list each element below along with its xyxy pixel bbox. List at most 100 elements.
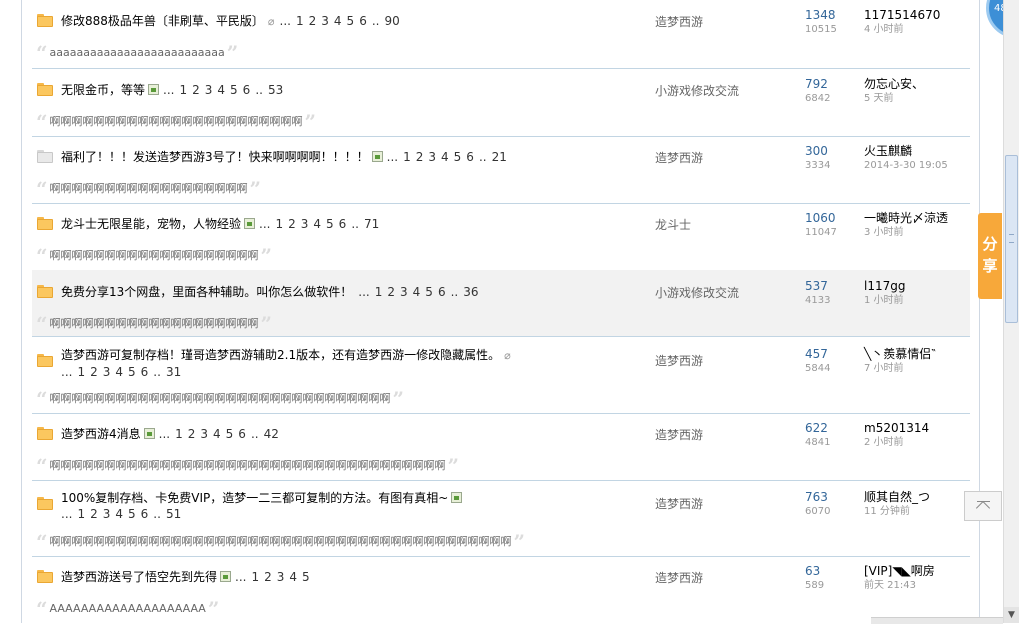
forum-link[interactable]: 造梦西游 — [655, 149, 703, 166]
forum-link[interactable]: 龙斗士 — [655, 216, 691, 233]
reply-count[interactable]: 63 — [805, 565, 820, 578]
thread-title-link[interactable]: 免费分享13个网盘，里面各种辅助。叫你怎么做软件！ — [61, 285, 352, 299]
folder-icon[interactable] — [37, 497, 53, 510]
scrollbar-thumb[interactable] — [1005, 155, 1018, 323]
page-link[interactable]: 4 — [441, 150, 449, 164]
page-link[interactable]: 6 — [141, 507, 149, 521]
page-link[interactable]: 2 — [387, 285, 395, 299]
page-link[interactable]: 1 — [375, 285, 383, 299]
page-link[interactable]: 2 — [416, 150, 424, 164]
last-poster-link[interactable]: 一曦時光〆涼透 — [864, 212, 948, 225]
thread-row[interactable]: 造梦西游可复制存档！瑾哥造梦西游辅助2.1版本，还有造梦西游一修改隐藏属性。 ⌀.… — [32, 337, 970, 414]
page-link[interactable]: 2 — [90, 507, 98, 521]
forum-link[interactable]: 造梦西游 — [655, 495, 703, 512]
page-link[interactable]: 21 — [492, 150, 507, 164]
reply-count[interactable]: 763 — [805, 491, 828, 504]
page-link[interactable]: 31 — [166, 365, 181, 379]
thread-row[interactable]: 造梦西游4消息... 1 2 3 4 5 6.. 42 造梦西游 622 4841 m5201314 2… — [32, 413, 970, 481]
page-link[interactable]: 5 — [230, 83, 238, 97]
thread-row[interactable]: 福利了！！！发送造梦西游3号了！快来啊啊啊啊！！！！... 1 2 3 4 5 6.. 21 造… — [32, 136, 970, 204]
thread-title-link[interactable]: 造梦西游可复制存档！瑾哥造梦西游辅助2.1版本，还有造梦西游一修改隐藏属性。 — [61, 348, 500, 362]
thread-row[interactable]: 免费分享13个网盘，里面各种辅助。叫你怎么做软件！... 1 2 3 4 5 6.. 36 小游… — [32, 270, 970, 337]
reply-count[interactable]: 300 — [805, 145, 828, 158]
last-poster-link[interactable]: 勿忘心安、 — [864, 78, 924, 91]
last-poster-link[interactable]: [VIP]◥◣啊房 — [864, 565, 935, 578]
page-link[interactable]: 3 — [321, 14, 329, 28]
page-link[interactable]: 90 — [384, 14, 399, 28]
page-link[interactable]: 4 — [115, 365, 123, 379]
page-link[interactable]: 1 — [175, 427, 183, 441]
page-link[interactable]: 2 — [90, 365, 98, 379]
reply-count[interactable]: 537 — [805, 280, 828, 293]
last-poster-link[interactable]: 顺其自然_つ — [864, 491, 930, 504]
page-link[interactable]: 1 — [77, 365, 85, 379]
page-link[interactable]: 1 — [251, 570, 259, 584]
last-poster-link[interactable]: ╲丶羨慕情侣‶ — [864, 348, 936, 361]
page-link[interactable]: 5 — [128, 507, 136, 521]
thread-title-link[interactable]: 100%复制存档、卡免费VIP，造梦一二三都可复制的方法。有图有真相~ — [61, 491, 448, 505]
last-poster-link[interactable]: 火玉麒麟 — [864, 145, 912, 158]
page-link[interactable]: 2 — [192, 83, 200, 97]
page-link[interactable]: 4 — [115, 507, 123, 521]
folder-icon[interactable] — [37, 285, 53, 298]
reply-count[interactable]: 622 — [805, 422, 828, 435]
forum-link[interactable]: 造梦西游 — [655, 426, 703, 443]
folder-icon[interactable] — [37, 217, 53, 230]
forum-link[interactable]: 小游戏修改交流 — [655, 82, 739, 99]
reply-count[interactable]: 1348 — [805, 9, 836, 22]
thread-title-link[interactable]: 无限金币，等等 — [61, 83, 145, 97]
page-link[interactable]: 5 — [347, 14, 355, 28]
page-link[interactable]: 4 — [313, 217, 321, 231]
page-link[interactable]: 6 — [466, 150, 474, 164]
page-link[interactable]: 5 — [454, 150, 462, 164]
page-link[interactable]: 71 — [364, 217, 379, 231]
page-link[interactable]: 6 — [359, 14, 367, 28]
page-link[interactable]: 6 — [438, 285, 446, 299]
page-link[interactable]: 5 — [226, 427, 234, 441]
thread-title-link[interactable]: 造梦西游4消息 — [61, 427, 141, 441]
page-link[interactable]: 4 — [289, 570, 297, 584]
folder-icon[interactable] — [37, 570, 53, 583]
last-poster-link[interactable]: 1171514670 — [864, 9, 940, 22]
vertical-scrollbar[interactable]: ▼ — [1003, 0, 1019, 623]
page-link[interactable]: 6 — [141, 365, 149, 379]
folder-icon[interactable] — [37, 14, 53, 27]
page-link[interactable]: 5 — [302, 570, 310, 584]
page-link[interactable]: 3 — [301, 217, 309, 231]
page-link[interactable]: 3 — [400, 285, 408, 299]
thread-row[interactable]: 修改888极品年兽〔非刷草、平民版〕 ⌀... 1 2 3 4 5 6.. 90 造梦西游 1348… — [32, 0, 970, 69]
page-link[interactable]: 5 — [425, 285, 433, 299]
page-link[interactable]: 4 — [217, 83, 225, 97]
forum-link[interactable]: 造梦西游 — [655, 569, 703, 586]
page-link[interactable]: 2 — [309, 14, 317, 28]
reply-count[interactable]: 792 — [805, 78, 828, 91]
back-to-top-button[interactable] — [964, 491, 1002, 521]
thread-row[interactable]: 无限金币，等等... 1 2 3 4 5 6.. 53 小游戏修改交流 792 6842 勿忘心安、 5… — [32, 69, 970, 137]
page-link[interactable]: 6 — [243, 83, 251, 97]
page-link[interactable]: 3 — [200, 427, 208, 441]
thread-title-link[interactable]: 修改888极品年兽〔非刷草、平民版〕 — [61, 14, 264, 28]
last-poster-link[interactable]: m5201314 — [864, 422, 929, 435]
page-link[interactable]: 1 — [179, 83, 187, 97]
page-link[interactable]: 2 — [288, 217, 296, 231]
folder-icon[interactable] — [37, 427, 53, 440]
thread-row[interactable]: 造梦西游送号了悟空先到先得... 1 2 3 4 5 造梦西游 63 589 [VIP]◥◣啊房前… — [32, 556, 970, 623]
page-link[interactable]: 4 — [413, 285, 421, 299]
scroll-down-arrow[interactable]: ▼ — [1004, 607, 1019, 623]
folder-gray-icon[interactable] — [37, 150, 53, 163]
page-link[interactable]: 42 — [264, 427, 279, 441]
page-link[interactable]: 53 — [268, 83, 283, 97]
page-link[interactable]: 6 — [339, 217, 347, 231]
thread-title-link[interactable]: 福利了！！！发送造梦西游3号了！快来啊啊啊啊！！！！ — [61, 150, 369, 164]
page-link[interactable]: 51 — [166, 507, 181, 521]
thread-title-link[interactable]: 造梦西游送号了悟空先到先得 — [61, 570, 217, 584]
folder-icon[interactable] — [37, 83, 53, 96]
thread-row[interactable]: 龙斗士无限星能，宠物，人物经验... 1 2 3 4 5 6.. 71 龙斗士 1060 11047… — [32, 203, 970, 271]
page-link[interactable]: 36 — [463, 285, 478, 299]
forum-link[interactable]: 小游戏修改交流 — [655, 284, 739, 301]
page-link[interactable]: 5 — [326, 217, 334, 231]
last-poster-link[interactable]: l117gg — [864, 280, 905, 293]
page-link[interactable]: 6 — [238, 427, 246, 441]
page-link[interactable]: 3 — [205, 83, 213, 97]
thread-title-link[interactable]: 龙斗士无限星能，宠物，人物经验 — [61, 217, 241, 231]
